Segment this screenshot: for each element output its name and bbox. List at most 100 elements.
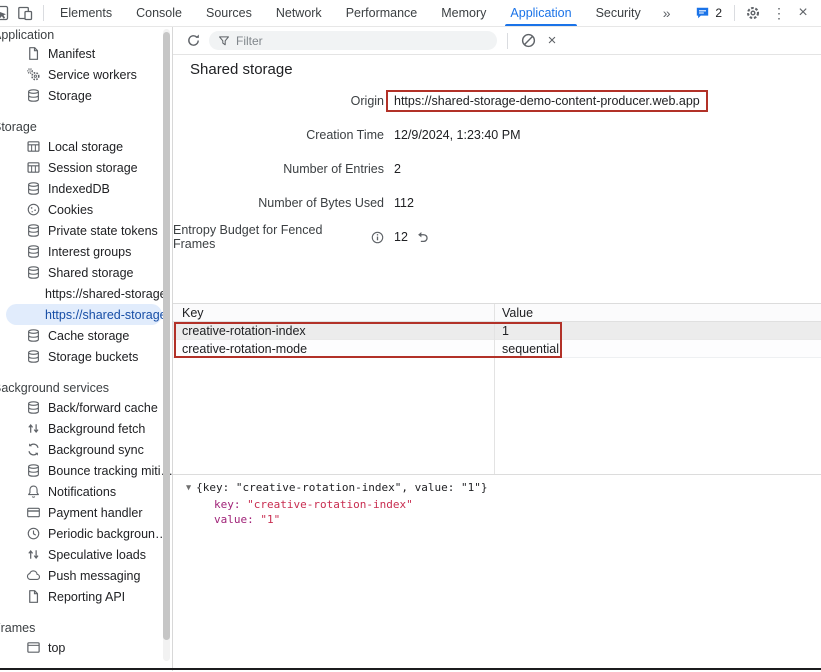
sidebar-item-label: top bbox=[48, 641, 65, 655]
sidebar-item-local-storage[interactable]: Local storage bbox=[0, 136, 172, 157]
bell-icon bbox=[25, 484, 41, 500]
page-title: Shared storage bbox=[190, 61, 293, 78]
tab-elements[interactable]: Elements bbox=[48, 0, 124, 26]
sidebar-item-label: https://shared-storage… bbox=[45, 287, 173, 301]
sidebar-item-label: Background fetch bbox=[48, 422, 145, 436]
sidebar-item-service-workers[interactable]: Service workers bbox=[0, 64, 172, 85]
clear-block-icon[interactable] bbox=[516, 29, 540, 53]
sidebar-item-background-fetch[interactable]: Background fetch bbox=[0, 418, 172, 439]
detail-row-origin: Origin https://shared-storage-demo-conten… bbox=[173, 84, 821, 118]
detail-value-text: 12 bbox=[394, 230, 408, 244]
window-bottom-edge bbox=[0, 668, 821, 670]
filter-funnel-icon bbox=[218, 35, 230, 47]
detail-value-text: 2 bbox=[394, 162, 401, 176]
application-sidebar: ApplicationManifest Service workers Storag… bbox=[0, 27, 173, 671]
column-header-value[interactable]: Value bbox=[494, 306, 821, 320]
sidebar-item-bounce-tracking-miti[interactable]: Bounce tracking miti… bbox=[0, 460, 172, 481]
entry-preview: ▼ {key: "creative-rotation-index", value:… bbox=[186, 480, 821, 528]
annotation-box-origin: https://shared-storage-demo-content-prod… bbox=[386, 90, 708, 112]
sidebar-item-periodic-backgroun[interactable]: Periodic backgroun… bbox=[0, 523, 172, 544]
detail-label-text: Number of Bytes Used bbox=[258, 196, 384, 210]
sidebar-item-cookies[interactable]: Cookies bbox=[0, 199, 172, 220]
table-row[interactable]: creative-rotation-index1 bbox=[173, 322, 821, 340]
tab-application[interactable]: Application bbox=[498, 0, 583, 26]
database-icon bbox=[25, 88, 41, 104]
property-value: "creative-rotation-index" bbox=[247, 498, 413, 511]
sidebar-item-label: Storage bbox=[48, 89, 92, 103]
tab-memory[interactable]: Memory bbox=[429, 0, 498, 26]
sidebar-item-speculative-loads[interactable]: Speculative loads bbox=[0, 544, 172, 565]
settings-gear-icon[interactable] bbox=[739, 0, 767, 26]
sidebar-item-indexeddb[interactable]: IndexedDB bbox=[0, 178, 172, 199]
sidebar-item-label: https://shared-storage… bbox=[45, 308, 173, 322]
sidebar-item-label: Cache storage bbox=[48, 329, 129, 343]
preview-property: key: "creative-rotation-index" bbox=[186, 497, 821, 513]
sidebar-item-label: Service workers bbox=[48, 68, 137, 82]
sidebar-item-label: Back/forward cache bbox=[48, 401, 158, 415]
refresh-icon[interactable] bbox=[181, 29, 205, 53]
sidebar-item-notifications[interactable]: Notifications bbox=[0, 481, 172, 502]
tab-performance[interactable]: Performance bbox=[334, 0, 430, 26]
tab-security[interactable]: Security bbox=[584, 0, 653, 26]
detail-label: Creation Time bbox=[173, 128, 384, 142]
sidebar-item-label: Cookies bbox=[48, 203, 93, 217]
tab-sources[interactable]: Sources bbox=[194, 0, 264, 26]
sidebar-item-label: Push messaging bbox=[48, 569, 140, 583]
database-icon bbox=[25, 328, 41, 344]
sidebar-item-reporting-api[interactable]: Reporting API bbox=[0, 586, 172, 607]
sidebar-item-private-state-tokens[interactable]: Private state tokens bbox=[0, 220, 172, 241]
filter-input[interactable] bbox=[236, 34, 488, 48]
sidebar-item-https-shared-storage[interactable]: https://shared-storage… bbox=[0, 283, 172, 304]
devtools-window: ElementsConsoleSourcesNetworkPerformance… bbox=[0, 0, 821, 672]
divider bbox=[507, 33, 508, 49]
sidebar-item-interest-groups[interactable]: Interest groups bbox=[0, 241, 172, 262]
filter-box bbox=[209, 31, 497, 50]
sidebar-section-frames: Frames bbox=[0, 619, 172, 637]
sidebar-item-top[interactable]: top bbox=[0, 637, 172, 658]
tab-console[interactable]: Console bbox=[124, 0, 194, 26]
sidebar-scrollbar-thumb[interactable] bbox=[163, 32, 170, 640]
device-toolbar-icon[interactable] bbox=[11, 0, 39, 26]
sidebar-item-shared-storage[interactable]: Shared storage bbox=[0, 262, 172, 283]
console-messages-badge[interactable]: 2 bbox=[687, 6, 730, 20]
cell-key: creative-rotation-mode bbox=[173, 342, 494, 356]
sidebar-section-storage: Storage bbox=[0, 118, 172, 136]
clock-icon bbox=[25, 526, 41, 542]
inspect-element-icon[interactable] bbox=[0, 5, 11, 22]
column-divider[interactable] bbox=[494, 304, 495, 474]
sidebar-item-background-sync[interactable]: Background sync bbox=[0, 439, 172, 460]
sidebar-item-payment-handler[interactable]: Payment handler bbox=[0, 502, 172, 523]
expand-triangle-icon[interactable]: ▼ bbox=[186, 481, 191, 497]
reset-budget-icon[interactable] bbox=[416, 231, 429, 244]
detail-label: Entropy Budget for Fenced Frames bbox=[173, 223, 384, 251]
panel-tabs: ElementsConsoleSourcesNetworkPerformance… bbox=[48, 0, 681, 26]
preview-summary: {key: "creative-rotation-index", value: … bbox=[196, 481, 487, 494]
sidebar-item-label: Periodic backgroun… bbox=[48, 527, 168, 541]
updown-arrows-icon bbox=[25, 421, 41, 437]
close-view-icon[interactable]: × bbox=[540, 29, 564, 53]
more-tabs-button[interactable]: » bbox=[653, 0, 681, 26]
tab-network[interactable]: Network bbox=[264, 0, 334, 26]
more-options-icon[interactable]: ⋮ bbox=[767, 0, 791, 26]
detail-label-text: Origin bbox=[351, 94, 384, 108]
sidebar-item-push-messaging[interactable]: Push messaging bbox=[0, 565, 172, 586]
sidebar-section-application: Application bbox=[0, 27, 172, 43]
table-row[interactable]: creative-rotation-modesequential bbox=[173, 340, 821, 358]
info-icon[interactable] bbox=[371, 231, 384, 244]
shared-storage-table: KeyValue creative-rotation-index1creativ… bbox=[173, 303, 821, 475]
sidebar-item-label: Shared storage bbox=[48, 266, 133, 280]
sidebar-item-cache-storage[interactable]: Cache storage bbox=[0, 325, 172, 346]
column-header-key[interactable]: Key bbox=[173, 306, 494, 320]
sidebar-item-back-forward-cache[interactable]: Back/forward cache bbox=[0, 397, 172, 418]
sidebar-item-storage-buckets[interactable]: Storage buckets bbox=[0, 346, 172, 367]
sidebar-item-https-shared-storage[interactable]: https://shared-storage… bbox=[6, 304, 162, 325]
close-devtools-icon[interactable]: × bbox=[791, 0, 815, 26]
shared-storage-panel: × Shared storage Origin https://shared-st… bbox=[173, 27, 821, 671]
divider bbox=[43, 5, 44, 21]
sidebar-item-storage[interactable]: Storage bbox=[0, 85, 172, 106]
sidebar-item-manifest[interactable]: Manifest bbox=[0, 43, 172, 64]
sidebar-item-label: Private state tokens bbox=[48, 224, 158, 238]
table-icon bbox=[25, 139, 41, 155]
detail-value: https://shared-storage-demo-content-prod… bbox=[394, 90, 708, 112]
sidebar-item-session-storage[interactable]: Session storage bbox=[0, 157, 172, 178]
